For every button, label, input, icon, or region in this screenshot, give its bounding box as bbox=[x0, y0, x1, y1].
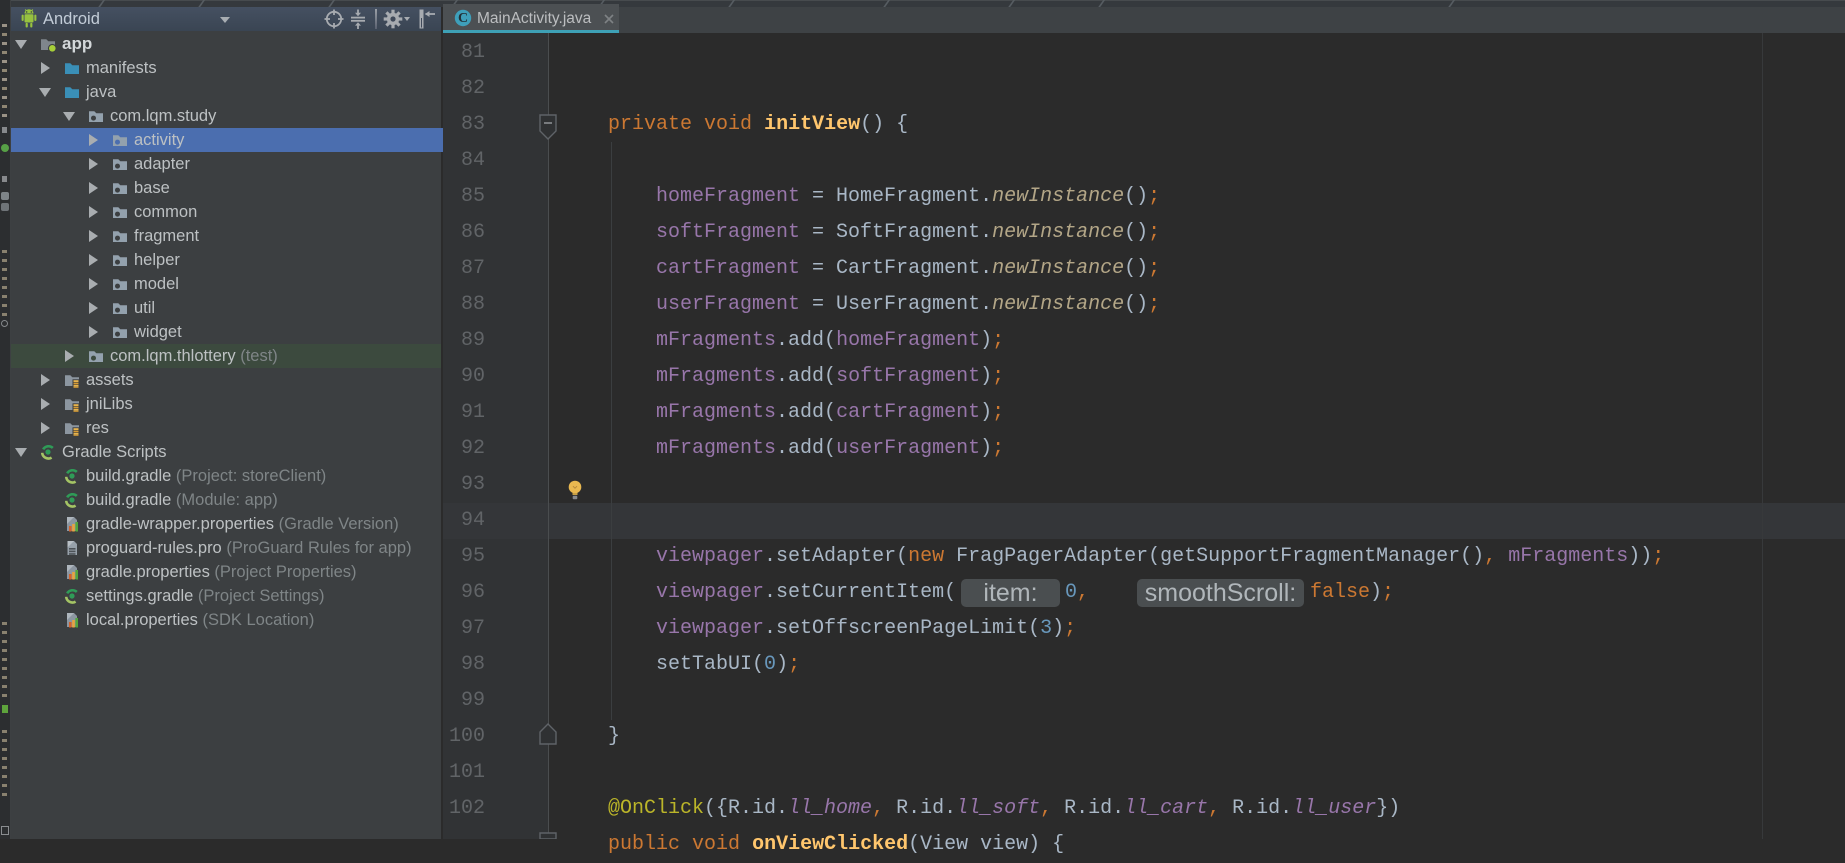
svg-text:C: C bbox=[458, 11, 468, 26]
